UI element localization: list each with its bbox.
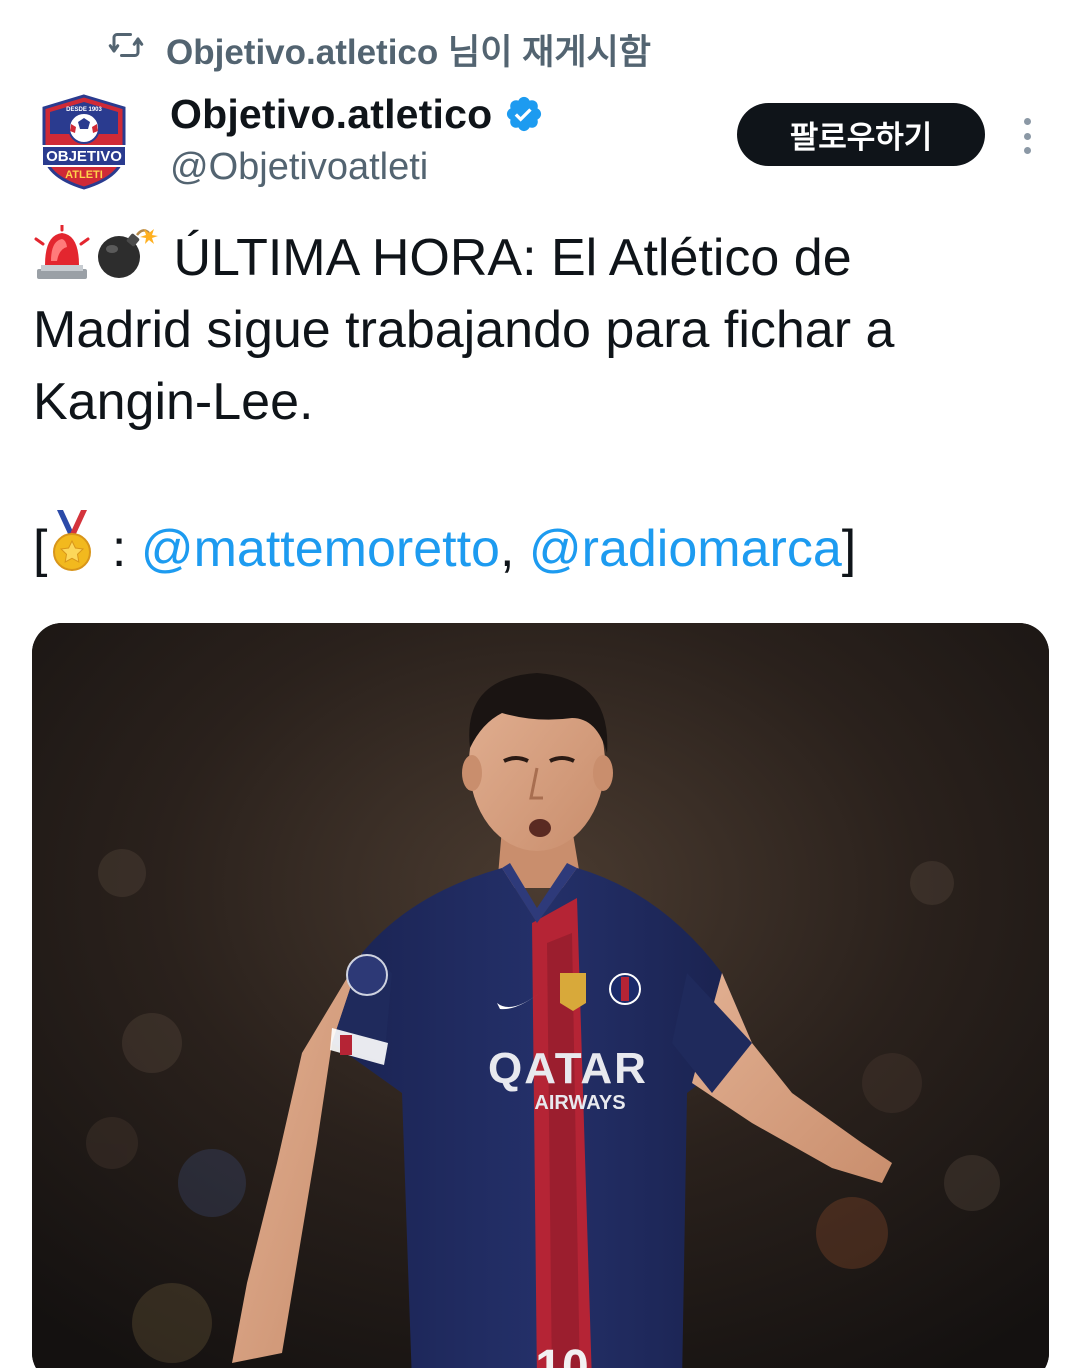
tweet-line-3: Kangin-Lee. xyxy=(33,373,314,431)
repost-text: Objetivo.atletico 님이 재게시함 xyxy=(166,32,651,72)
source-open-bracket: [ xyxy=(33,520,48,578)
tweet-line-1: ÚLTIMA HORA: El Atlético de xyxy=(33,222,1053,294)
jersey-sponsor-line1: QATAR xyxy=(488,1044,648,1093)
bomb-emoji xyxy=(91,225,159,281)
repost-icon xyxy=(108,27,144,72)
avatar-text-sub: ATLETI xyxy=(65,169,103,181)
source-colon: : xyxy=(111,520,127,578)
author-display-name[interactable]: Objetivo.atletico xyxy=(170,91,492,138)
tweet-line-2: Madrid sigue trabajando para fichar a xyxy=(33,301,895,359)
jersey-number: 10 xyxy=(535,1341,588,1368)
tweet-media-photo[interactable]: QATAR AIRWAYS 10 xyxy=(32,623,1049,1368)
tweet-text: ÚLTIMA HORA: El Atlético de Madrid sigue… xyxy=(33,222,1053,582)
tweet-source-line: [ : @mattemoretto, @radiomarca] xyxy=(33,510,1053,582)
source-close-bracket: ] xyxy=(841,520,857,578)
medal-emoji xyxy=(47,510,97,572)
repost-indicator[interactable]: Objetivo.atletico 님이 재게시함 xyxy=(108,26,651,72)
source-comma: , xyxy=(499,520,515,578)
author-name-row[interactable]: Objetivo.atletico xyxy=(170,88,544,140)
mention-link-mattemoretto[interactable]: @mattemoretto xyxy=(141,520,500,578)
author-avatar[interactable]: DESDE 1903 OBJETIVO ATLETI xyxy=(38,94,130,190)
more-options-icon[interactable] xyxy=(1012,112,1042,160)
more-dot xyxy=(1023,147,1031,154)
tweet-screen: Objetivo.atletico 님이 재게시함 DESDE 1903 OBJ… xyxy=(0,0,1080,1368)
tweet-line-1-text: ÚLTIMA HORA: El Atlético de xyxy=(173,229,852,287)
more-dot xyxy=(1023,118,1031,125)
author-handle[interactable]: @Objetivoatleti xyxy=(170,146,428,189)
verified-badge-icon xyxy=(504,94,544,134)
more-dot xyxy=(1023,132,1031,140)
follow-button[interactable]: 팔로우하기 xyxy=(737,103,985,166)
mention-link-radiomarca[interactable]: @radiomarca xyxy=(529,520,842,578)
police-light-emoji xyxy=(33,225,91,281)
avatar-text-main: OBJETIVO xyxy=(46,148,122,165)
jersey-sponsor-line2: AIRWAYS xyxy=(534,1092,625,1114)
